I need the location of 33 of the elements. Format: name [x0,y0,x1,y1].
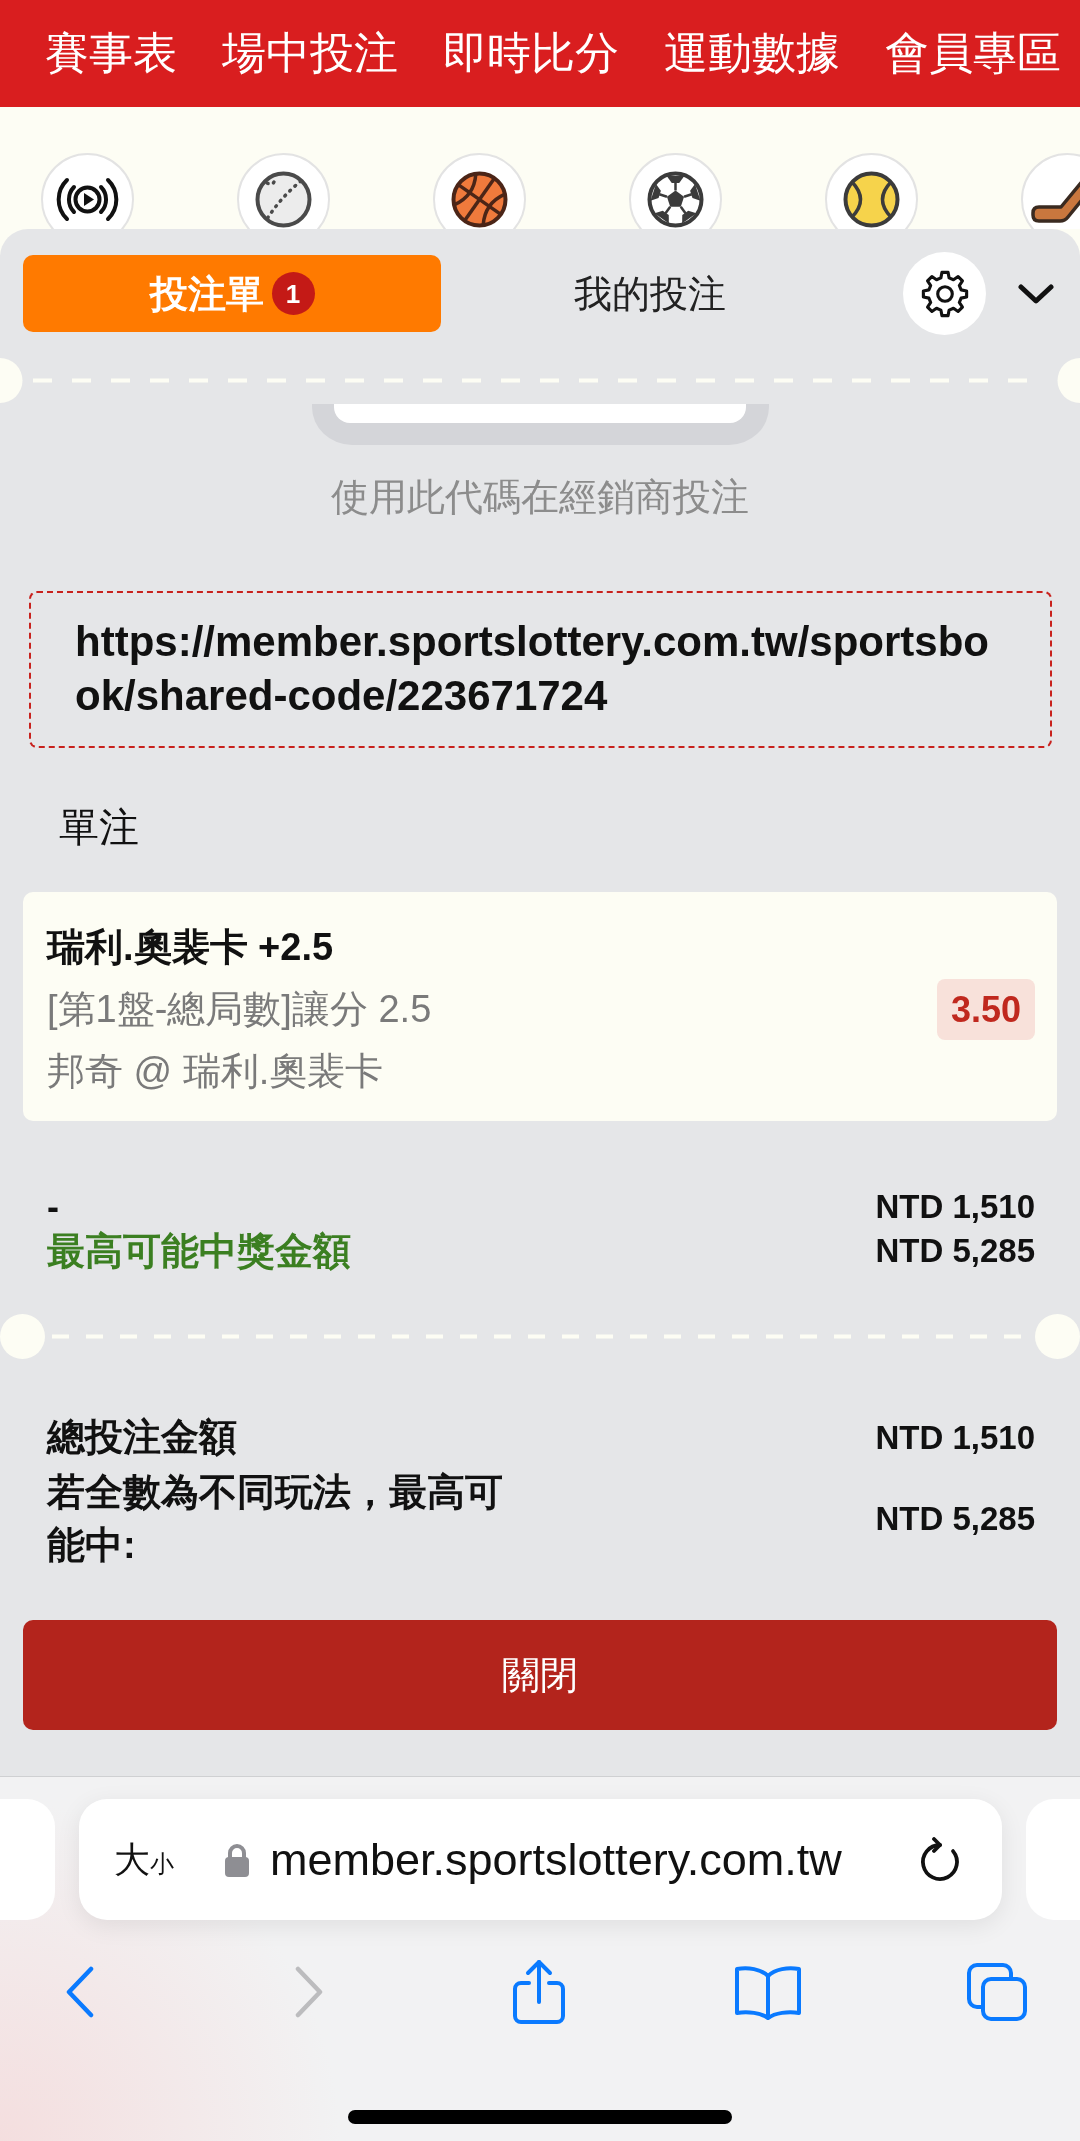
back-icon[interactable] [64,1966,96,2018]
text-size-button[interactable]: 大小 [114,1841,174,1878]
url-text[interactable]: member.sportslottery.com.tw [270,1834,842,1885]
odds-badge: 3.50 [936,978,1035,1040]
code-hint-text: 使用此代碼在經銷商投注 [331,475,749,520]
nav-link[interactable]: 即時比分 [443,29,619,78]
summary-label: 總投注金額 [47,1415,237,1460]
address-bar[interactable]: 大小 member.sportslottery.com.tw [79,1799,1002,1920]
event-text: 邦奇 @ 瑞利.奧裴卡 [47,1049,384,1094]
close-button[interactable]: 關閉 [23,1620,1057,1730]
max-payout-label: 最高可能中獎金額 [47,1229,351,1273]
nav-link[interactable]: 場中投注 [222,29,398,78]
stake-amount: NTD 1,510 [875,1187,1035,1227]
share-icon[interactable] [510,1958,567,2026]
nav-link[interactable]: 會員專區 [885,29,1061,78]
summary-amount: NTD 5,285 [875,1499,1035,1539]
max-payout-amount: NTD 5,285 [875,1231,1035,1271]
section-title: 單注 [59,804,139,851]
stake-label: - [47,1185,59,1229]
nav-link[interactable]: 運動數據 [664,29,840,78]
selection-title: 瑞利.奧裴卡 +2.5 [47,925,334,970]
tab[interactable]: 投注單 1 [23,255,441,332]
market-text: [第1盤-總局數]讓分 2.5 [47,987,432,1032]
tab[interactable]: 我的投注 [441,255,859,332]
chevron-down-icon[interactable] [1018,282,1054,305]
count-badge: 1 [271,272,315,315]
summary-label: 若全數為不同玩法，最高可能中: [47,1470,504,1568]
tabs-icon[interactable] [965,1961,1029,2023]
play-broadcast-icon[interactable] [41,153,134,229]
book-icon[interactable] [732,1964,803,2020]
summary-amount: NTD 1,510 [875,1417,1035,1458]
nav-link[interactable]: 賽事表 [45,29,177,78]
share-link-panel: https://member.sportslottery.com.tw/sportsbook/shared-code/223671724 [29,591,1052,748]
